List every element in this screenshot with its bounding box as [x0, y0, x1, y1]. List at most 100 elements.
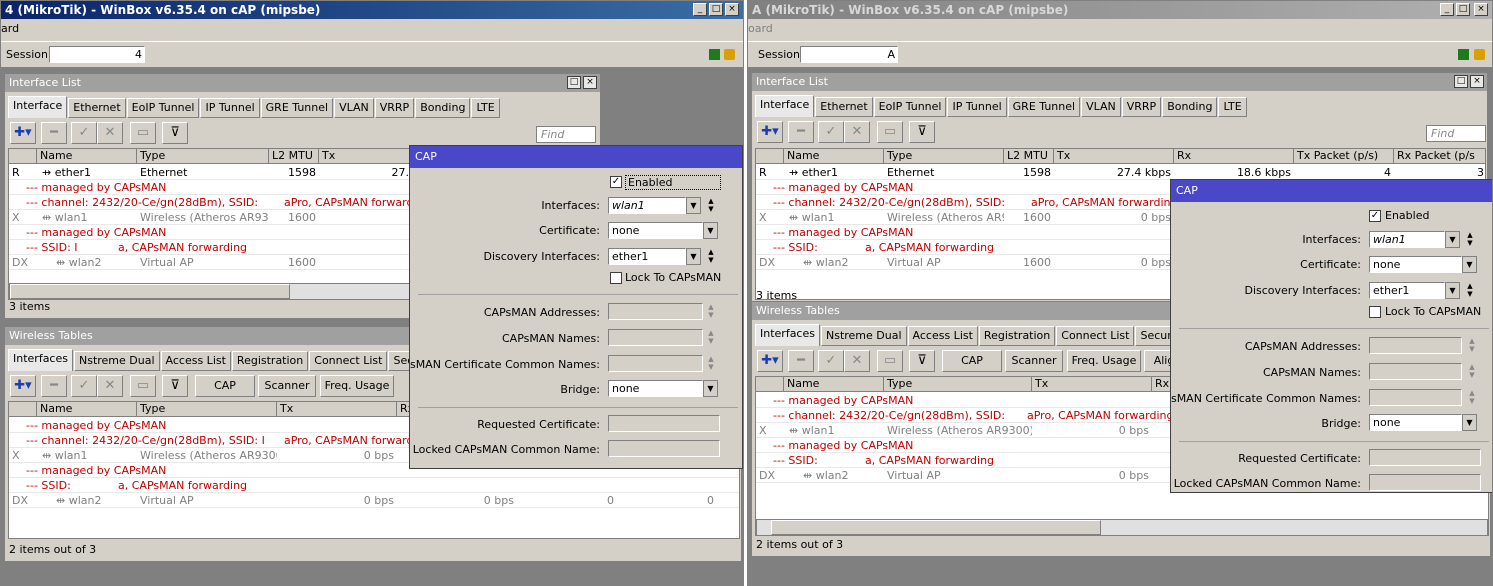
remove-icon[interactable]: ━	[788, 121, 814, 143]
right-il-find-input[interactable]: Find	[1426, 125, 1486, 142]
left-minimize-button[interactable]: _	[693, 3, 707, 16]
right-maximize-button[interactable]: □	[1456, 3, 1470, 16]
up-down-icon[interactable]: ▲ ▼	[706, 248, 716, 265]
right-minimize-button[interactable]: _	[1440, 3, 1454, 16]
capsman-cert-names-field[interactable]	[608, 355, 703, 372]
discovery-interfaces-field[interactable]: ether1	[1369, 282, 1445, 299]
col-tx[interactable]: Tx	[1032, 377, 1152, 392]
disable-icon[interactable]: ✕	[97, 122, 123, 144]
col-type[interactable]: Type	[884, 149, 1004, 164]
col-tx-packet[interactable]: Tx Packet (p/s)	[1294, 149, 1394, 164]
capsman-cert-names-field[interactable]	[1369, 389, 1462, 406]
right-il-close-button[interactable]: ×	[1470, 75, 1484, 88]
capsman-names-field[interactable]	[1369, 363, 1462, 380]
comment-icon[interactable]: ▭	[130, 122, 156, 144]
bridge-field[interactable]: none	[1369, 414, 1462, 431]
tab-access-list[interactable]: Access List	[160, 351, 231, 371]
tab-bonding[interactable]: Bonding	[415, 98, 471, 118]
tab-connect-list[interactable]: Connect List	[1056, 326, 1135, 346]
add-icon[interactable]: ✚▾	[10, 122, 36, 144]
chevron-down-icon[interactable]: ▼	[686, 197, 701, 214]
discovery-interfaces-field[interactable]: ether1	[608, 248, 686, 265]
chevron-down-icon[interactable]: ▼	[686, 248, 701, 265]
col-tx[interactable]: Tx	[277, 402, 397, 417]
left-menu-label[interactable]: ard	[1, 22, 19, 35]
freq-usage-button[interactable]: Freq. Usage	[320, 375, 394, 397]
tab-vlan[interactable]: VLAN	[1081, 97, 1121, 117]
cap-button[interactable]: CAP	[942, 350, 1002, 372]
tab-connect-list[interactable]: Connect List	[309, 351, 388, 371]
cap-button[interactable]: CAP	[195, 375, 255, 397]
freq-usage-button[interactable]: Freq. Usage	[1067, 350, 1141, 372]
up-down-icon[interactable]: ▲ ▼	[706, 329, 716, 346]
right-window-titlebar[interactable]: A (MikroTik) - WinBox v6.35.4 on cAP (mi…	[748, 1, 1492, 19]
capsman-names-field[interactable]	[608, 329, 703, 346]
col-l2mtu[interactable]: L2 MTU	[1004, 149, 1054, 164]
tab-lte[interactable]: LTE	[471, 98, 500, 118]
up-down-icon[interactable]: ▲ ▼	[706, 197, 716, 214]
col-rx[interactable]: Rx	[1174, 149, 1294, 164]
col-name[interactable]: Name	[37, 149, 137, 164]
up-down-icon[interactable]: ▲ ▼	[1467, 389, 1477, 406]
filter-icon[interactable]: ⊽	[909, 350, 935, 372]
tab-eoip-tunnel[interactable]: EoIP Tunnel	[126, 98, 200, 118]
col-rx-packet[interactable]: Rx Packet (p/s	[1394, 149, 1485, 164]
tab-ip-tunnel[interactable]: IP Tunnel	[200, 98, 260, 118]
chevron-down-icon[interactable]: ▼	[1445, 282, 1460, 299]
add-icon[interactable]: ✚▾	[757, 121, 783, 143]
up-down-icon[interactable]: ▲ ▼	[1467, 337, 1477, 354]
tab-vrrp[interactable]: VRRP	[1121, 97, 1162, 117]
tab-registration[interactable]: Registration	[978, 326, 1056, 346]
chevron-down-icon[interactable]: ▼	[1462, 256, 1477, 273]
tab-vrrp[interactable]: VRRP	[374, 98, 415, 118]
left-session-input[interactable]: 4	[49, 46, 145, 63]
up-down-icon[interactable]: ▲ ▼	[706, 355, 716, 372]
disable-icon[interactable]: ✕	[844, 121, 870, 143]
col-type[interactable]: Type	[884, 377, 1032, 392]
tab-nstreme-dual[interactable]: Nstreme Dual	[820, 326, 907, 346]
comment-icon[interactable]: ▭	[877, 350, 903, 372]
comment-icon[interactable]: ▭	[877, 121, 903, 143]
up-down-icon[interactable]: ▲ ▼	[1467, 363, 1477, 380]
tab-interface[interactable]: Interface	[755, 95, 815, 117]
tab-ip-tunnel[interactable]: IP Tunnel	[947, 97, 1007, 117]
enable-icon[interactable]: ✓	[71, 375, 97, 397]
table-row[interactable]: DX ⇹ wlan2 Virtual AP 0 bps 0 bps 0 0	[9, 493, 739, 508]
table-row[interactable]: R ⇸ ether1 Ethernet 1598 27.4 kbps 18.6 …	[756, 165, 1485, 180]
certificate-field[interactable]: none	[608, 222, 703, 239]
col-name[interactable]: Name	[784, 149, 884, 164]
right-wt-hscroll[interactable]	[756, 519, 1488, 535]
certificate-field[interactable]: none	[1369, 256, 1462, 273]
left-interface-list-title[interactable]: Interface List	[5, 74, 600, 92]
chevron-down-icon[interactable]: ▼	[1462, 414, 1477, 431]
tab-ethernet[interactable]: Ethernet	[815, 97, 873, 117]
remove-icon[interactable]: ━	[41, 375, 67, 397]
enable-icon[interactable]: ✓	[818, 350, 844, 372]
tab-lte[interactable]: LTE	[1218, 97, 1247, 117]
right-menu-label[interactable]: oard	[748, 22, 773, 35]
right-close-button[interactable]: ×	[1474, 3, 1488, 16]
disable-icon[interactable]: ✕	[97, 375, 123, 397]
scanner-button[interactable]: Scanner	[258, 375, 316, 397]
up-down-icon[interactable]: ▲ ▼	[706, 303, 716, 320]
col-name[interactable]: Name	[784, 377, 884, 392]
tab-interface[interactable]: Interface	[8, 96, 68, 118]
tab-eoip-tunnel[interactable]: EoIP Tunnel	[873, 97, 947, 117]
up-down-icon[interactable]: ▲ ▼	[1465, 282, 1475, 299]
left-il-find-input[interactable]: Find	[536, 126, 596, 143]
col-tx[interactable]: Tx	[1054, 149, 1174, 164]
tab-registration[interactable]: Registration	[231, 351, 309, 371]
filter-icon[interactable]: ⊽	[162, 375, 188, 397]
filter-icon[interactable]: ⊽	[909, 121, 935, 143]
tab-gre-tunnel[interactable]: GRE Tunnel	[260, 98, 334, 118]
col-type[interactable]: Type	[137, 149, 269, 164]
capsman-addresses-field[interactable]	[608, 303, 703, 320]
left-close-button[interactable]: ×	[725, 3, 739, 16]
right-cap-dialog-title[interactable]: CAP	[1171, 180, 1492, 202]
tab-interfaces[interactable]: Interfaces	[8, 349, 73, 371]
chevron-down-icon[interactable]: ▼	[1445, 231, 1460, 248]
lock-to-capsman-checkbox[interactable]	[610, 272, 622, 284]
tab-bonding[interactable]: Bonding	[1162, 97, 1218, 117]
right-il-restore-button[interactable]: □	[1454, 75, 1468, 88]
col-type[interactable]: Type	[137, 402, 277, 417]
